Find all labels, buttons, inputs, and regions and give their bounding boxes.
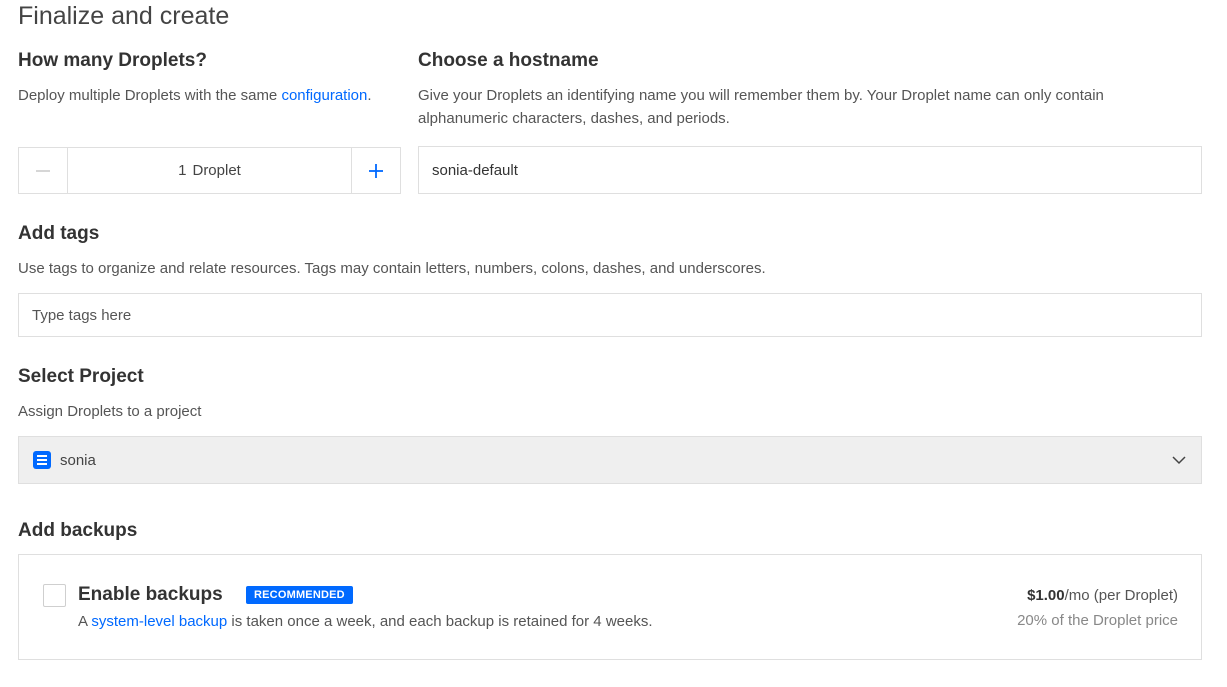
project-select[interactable]: sonia (18, 436, 1202, 484)
recommended-badge: RECOMMENDED (246, 586, 353, 604)
increment-button[interactable] (351, 148, 400, 193)
droplet-quantity-stepper: 1 Droplet (18, 147, 401, 194)
configuration-link[interactable]: configuration (281, 87, 367, 104)
plus-icon (369, 163, 383, 178)
project-heading: Select Project (18, 366, 144, 387)
tags-heading: Add tags (18, 223, 100, 244)
backups-price-unit: /mo (per Droplet) (1064, 587, 1178, 604)
enable-backups-title: Enable backups (78, 584, 223, 605)
backups-price-note: 20% of the Droplet price (1017, 612, 1178, 629)
droplets-description-end: . (367, 87, 372, 104)
hostname-description-line2: alphanumeric characters, dashes, and per… (418, 110, 730, 127)
hostname-description-line1: Give your Droplets an identifying name y… (418, 87, 1104, 104)
backups-heading: Add backups (18, 520, 138, 541)
backups-desc-prefix: A (78, 613, 92, 630)
chevron-down-icon (1172, 456, 1186, 465)
droplets-description-text: Deploy multiple Droplets with the same (18, 87, 282, 104)
backups-desc-suffix: is taken once a week, and each backup is… (227, 613, 653, 630)
droplets-description: Deploy multiple Droplets with the same c… (18, 84, 372, 107)
droplets-heading: How many Droplets? (18, 50, 207, 71)
enable-backups-checkbox[interactable] (43, 584, 66, 607)
page-title: Finalize and create (18, 2, 230, 30)
minus-icon (36, 169, 50, 172)
project-description: Assign Droplets to a project (18, 403, 202, 420)
droplet-count: 1 Droplet (68, 148, 351, 193)
droplet-count-unit: Droplet (192, 162, 241, 179)
hostname-heading: Choose a hostname (418, 50, 599, 71)
tags-input[interactable]: Type tags here (18, 293, 1202, 337)
backups-price-amount: $1.00 (1027, 587, 1065, 604)
backups-description: A system-level backup is taken once a we… (78, 613, 653, 630)
hostname-value: sonia-default (432, 161, 518, 179)
hostname-description: Give your Droplets an identifying name y… (418, 84, 1198, 130)
decrement-button[interactable] (19, 148, 68, 193)
backups-price: $1.00/mo (per Droplet) (1027, 587, 1178, 604)
hostname-input[interactable]: sonia-default (418, 146, 1202, 194)
tags-placeholder: Type tags here (32, 306, 132, 324)
system-level-backup-link[interactable]: system-level backup (91, 613, 227, 630)
project-icon (33, 451, 51, 469)
backups-card: Enable backups RECOMMENDED A system-leve… (18, 554, 1202, 660)
project-selected-value: sonia (60, 451, 96, 469)
droplet-count-value: 1 (178, 162, 187, 179)
tags-description: Use tags to organize and relate resource… (18, 260, 766, 277)
